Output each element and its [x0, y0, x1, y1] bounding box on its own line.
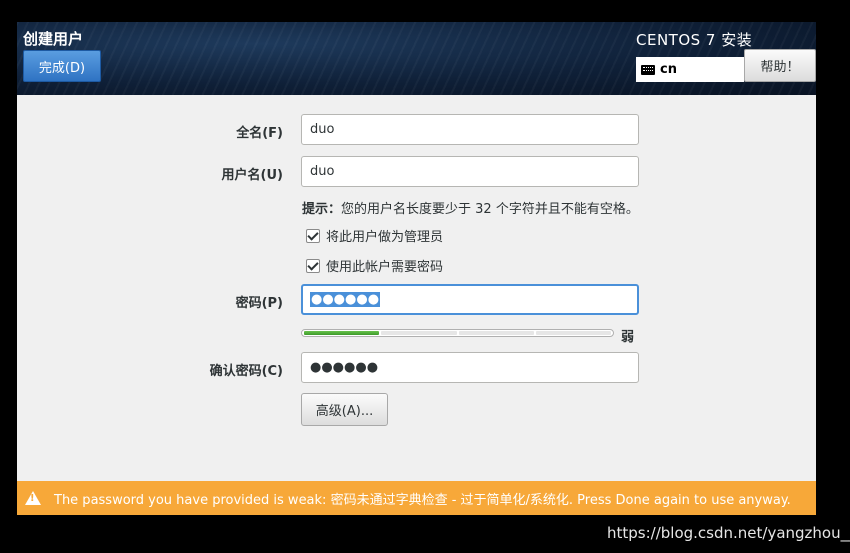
confirm-password-label: 确认密码(C) [209, 364, 283, 379]
admin-checkbox[interactable] [306, 228, 320, 243]
require-password-checkbox-row[interactable]: 使用此帐户需要密码 [306, 256, 443, 275]
header-bar: 创建用户 完成(D) CENTOS 7 安装 cn 帮助！ [17, 22, 816, 95]
fullname-value: duo [310, 122, 335, 137]
password-strength-meter [301, 329, 614, 337]
keyboard-icon [641, 64, 655, 75]
hint-text: 您的用户名长度要少于 32 个字符并且不能有空格。 [341, 202, 639, 217]
password-label: 密码(P) [235, 296, 283, 311]
create-user-window: 创建用户 完成(D) CENTOS 7 安装 cn 帮助！ 全名(F) duo … [17, 22, 816, 515]
password-value: ●●●●●● [310, 292, 381, 307]
done-button[interactable]: 完成(D) [23, 50, 101, 82]
fullname-label: 全名(F) [236, 126, 283, 141]
help-button[interactable]: 帮助！ [744, 49, 816, 82]
username-input[interactable]: duo [301, 156, 639, 187]
keyboard-layout-indicator[interactable]: cn [636, 57, 744, 82]
password-input[interactable]: ●●●●●● [301, 284, 639, 315]
username-hint: 提示：您的用户名长度要少于 32 个字符并且不能有空格。 [302, 198, 639, 217]
warning-bar[interactable]: The password you have provided is weak: … [17, 481, 816, 515]
page-title: 创建用户 [23, 30, 84, 48]
strength-segment [381, 331, 457, 335]
warning-icon [25, 491, 41, 505]
hint-prefix: 提示： [302, 202, 342, 217]
keyboard-layout-label: cn [660, 62, 677, 77]
installer-title: CENTOS 7 安装 [636, 31, 753, 49]
strength-segment [304, 331, 380, 335]
require-password-checkbox-label: 使用此帐户需要密码 [326, 260, 444, 275]
confirm-password-input[interactable]: ●●●●●● [301, 352, 639, 383]
username-value: duo [310, 164, 335, 179]
warning-text: The password you have provided is weak: … [54, 492, 791, 508]
advanced-button[interactable]: 高级(A)... [301, 393, 388, 426]
confirm-password-value: ●●●●●● [310, 360, 379, 375]
strength-segment [535, 331, 611, 335]
strength-segment [458, 331, 534, 335]
password-strength-label: 弱 [621, 330, 635, 345]
fullname-input[interactable]: duo [301, 114, 639, 145]
watermark-text: https://blog.csdn.net/yangzhou__ [607, 524, 850, 542]
admin-checkbox-row[interactable]: 将此用户做为管理员 [306, 226, 443, 245]
username-label: 用户名(U) [221, 168, 283, 183]
require-password-checkbox[interactable] [306, 258, 320, 273]
admin-checkbox-label: 将此用户做为管理员 [326, 230, 444, 245]
